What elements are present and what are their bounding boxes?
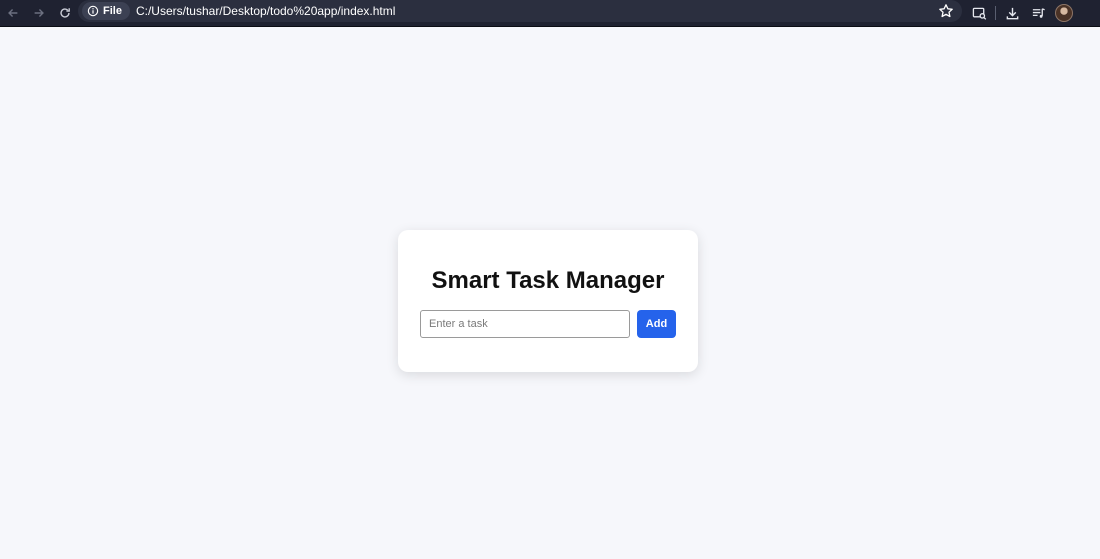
url-text[interactable]: C:/Users/tushar/Desktop/todo%20app/index… <box>136 4 395 18</box>
forward-button[interactable] <box>26 0 52 26</box>
downloads-button[interactable] <box>999 0 1025 26</box>
reload-button[interactable] <box>52 0 78 26</box>
task-input[interactable] <box>420 310 630 338</box>
site-info-chip[interactable]: File <box>82 2 130 20</box>
back-icon <box>8 9 18 17</box>
media-icon <box>1032 7 1045 18</box>
address-bar[interactable]: File C:/Users/tushar/Desktop/todo%20app/… <box>78 0 962 22</box>
forward-icon <box>34 9 44 17</box>
task-card: Smart Task Manager Add <box>398 230 698 372</box>
lens-button[interactable] <box>966 0 992 26</box>
toolbar-right <box>966 0 1077 26</box>
add-button[interactable]: Add <box>637 310 676 338</box>
profile-button[interactable] <box>1051 0 1077 26</box>
reload-icon <box>60 8 70 18</box>
browser-toolbar: File C:/Users/tushar/Desktop/todo%20app/… <box>0 0 1100 27</box>
scheme-label: File <box>103 5 122 17</box>
download-icon <box>1006 7 1018 19</box>
avatar <box>1055 4 1073 22</box>
media-controls-button[interactable] <box>1025 0 1051 26</box>
toolbar-separator <box>995 6 996 20</box>
star-icon[interactable] <box>938 3 954 19</box>
back-button[interactable] <box>0 0 26 26</box>
info-icon <box>87 5 99 17</box>
page-title: Smart Task Manager <box>431 267 665 294</box>
lens-icon <box>972 7 986 20</box>
